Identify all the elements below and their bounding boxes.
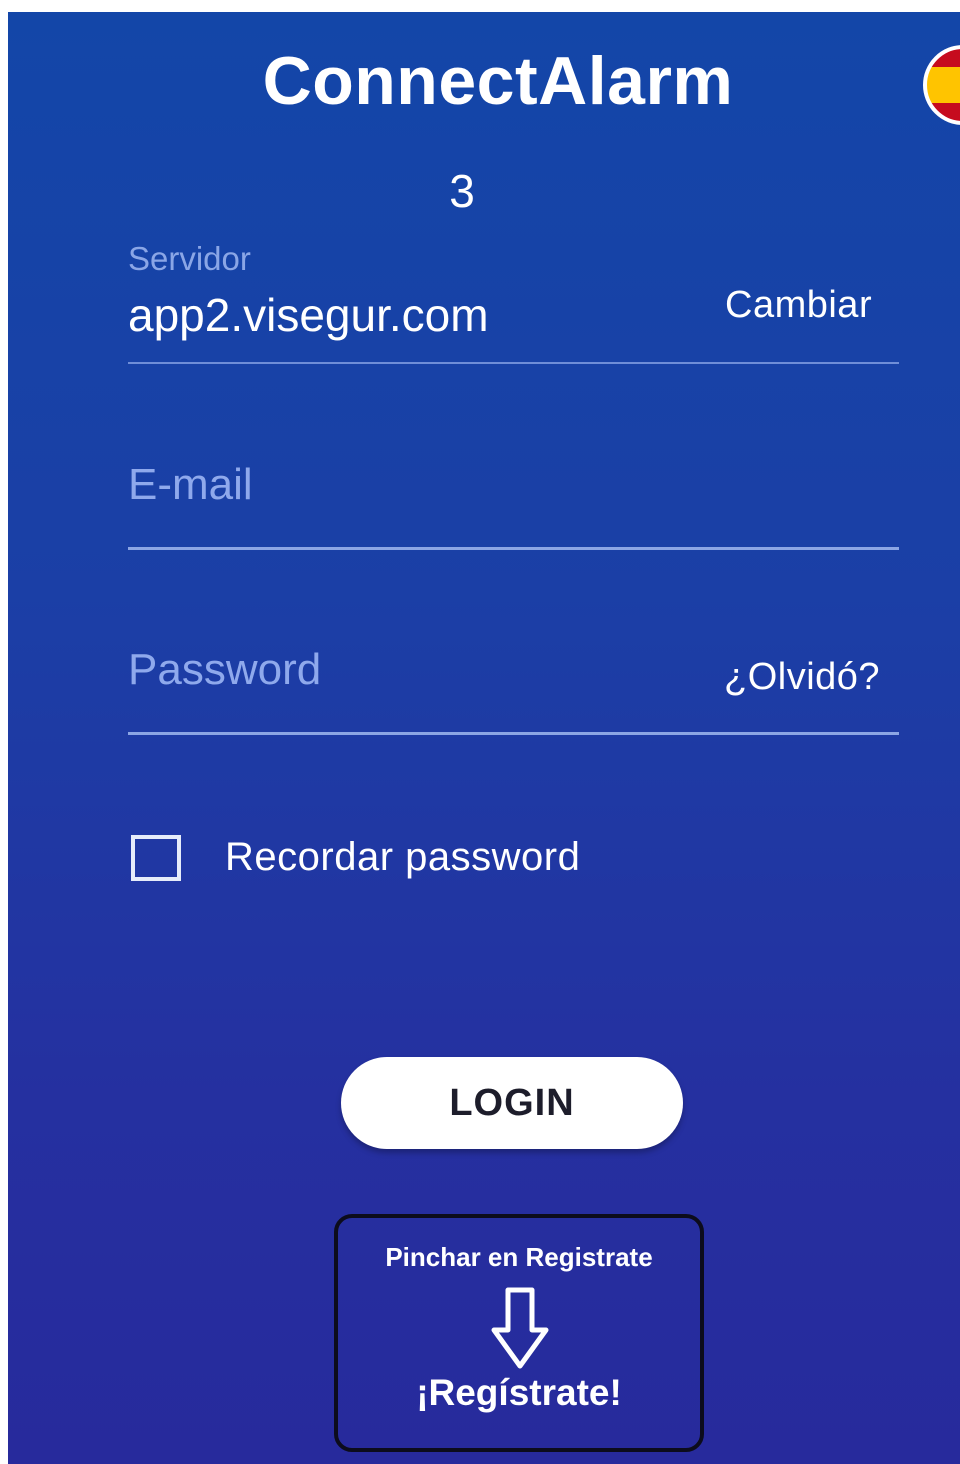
register-callout: Pinchar en Registrate ¡Regístrate! (334, 1214, 704, 1452)
server-value: app2.visegur.com (128, 289, 489, 341)
email-field[interactable]: E-mail (128, 460, 253, 510)
register-link[interactable]: ¡Regístrate! (338, 1372, 700, 1414)
login-screen: ConnectAlarm 3 Servidor app2.visegur.com… (8, 12, 960, 1464)
server-field-underline (128, 362, 899, 364)
password-field-underline (128, 732, 899, 735)
arrow-down-icon (491, 1287, 549, 1369)
remember-password-label[interactable]: Recordar password (225, 835, 580, 880)
server-label: Servidor (128, 240, 251, 277)
remember-password-checkbox[interactable] (131, 835, 181, 881)
version-number: 3 (449, 165, 475, 217)
app-title: ConnectAlarm (262, 43, 734, 119)
register-hint-text: Pinchar en Registrate (385, 1242, 653, 1272)
change-server-link[interactable]: Cambiar (725, 284, 872, 327)
login-button[interactable]: LOGIN (341, 1057, 683, 1149)
password-field[interactable]: Password (128, 645, 321, 695)
forgot-password-link[interactable]: ¿Olvidó? (724, 656, 880, 699)
email-field-underline (128, 547, 899, 550)
